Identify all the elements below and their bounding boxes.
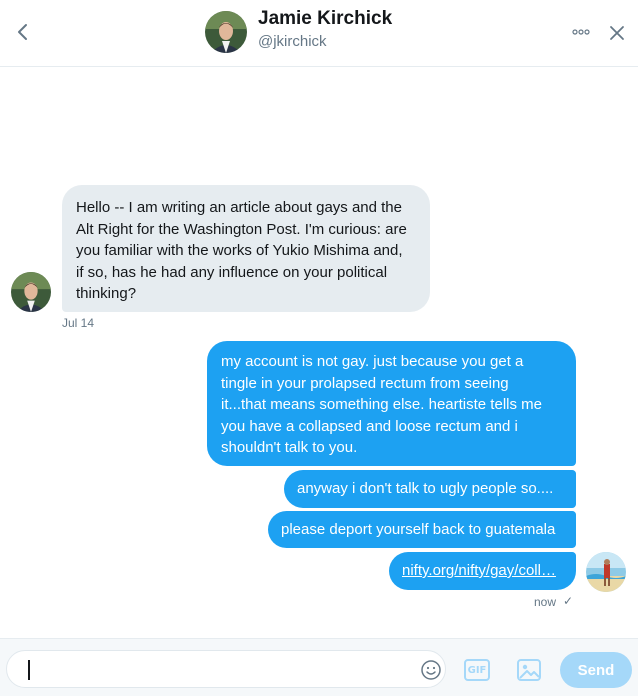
message-text: please deport yourself back to guatemala <box>281 521 556 538</box>
own-avatar[interactable] <box>586 552 626 592</box>
incoming-message-bubble[interactable]: Hello -- I am writing an article about g… <box>62 185 430 312</box>
send-button[interactable]: Send <box>560 652 632 688</box>
conversation-name[interactable]: Jamie Kirchick <box>258 8 392 30</box>
sender-avatar[interactable] <box>11 272 51 312</box>
message-list[interactable]: Hello -- I am writing an article about g… <box>0 68 638 638</box>
close-button[interactable] <box>604 20 630 46</box>
conversation-handle[interactable]: @jkirchick <box>258 33 327 50</box>
back-button[interactable] <box>10 18 34 46</box>
avatar-image <box>11 272 51 312</box>
message-composer: GIF Send <box>0 638 638 696</box>
outgoing-message-bubble[interactable]: my account is not gay. just because you … <box>207 341 576 466</box>
message-text: Hello -- I am writing an article about g… <box>76 199 407 302</box>
image-icon <box>517 659 541 681</box>
read-receipt-icon: ✓ <box>563 594 574 608</box>
message-text: anyway i don't talk to ugly people so...… <box>297 480 554 497</box>
conversation-header: Jamie Kirchick @jkirchick <box>0 0 638 67</box>
header-avatar[interactable] <box>205 11 247 53</box>
outgoing-timestamp: now <box>534 595 557 609</box>
outgoing-message-bubble[interactable]: please deport yourself back to guatemala <box>268 511 576 548</box>
outgoing-link-bubble[interactable]: nifty.org/nifty/gay/coll… <box>389 552 576 590</box>
gif-icon: GIF <box>467 664 487 676</box>
outgoing-message-bubble[interactable]: anyway i don't talk to ugly people so...… <box>284 470 576 508</box>
add-photo-button[interactable] <box>516 658 542 682</box>
close-icon <box>610 26 624 40</box>
gif-button[interactable]: GIF <box>464 659 490 681</box>
text-caret <box>28 660 30 680</box>
more-options-button[interactable] <box>568 22 594 42</box>
avatar-image <box>586 552 626 592</box>
avatar-image <box>205 11 247 53</box>
emoji-icon <box>421 660 441 680</box>
message-text: my account is not gay. just because you … <box>221 353 542 456</box>
more-dots-icon <box>572 29 590 35</box>
message-link[interactable]: nifty.org/nifty/gay/coll… <box>402 562 556 579</box>
emoji-button[interactable] <box>419 658 443 682</box>
incoming-timestamp: Jul 14 <box>62 316 95 330</box>
chevron-left-icon <box>18 24 27 40</box>
message-input[interactable] <box>6 650 446 688</box>
